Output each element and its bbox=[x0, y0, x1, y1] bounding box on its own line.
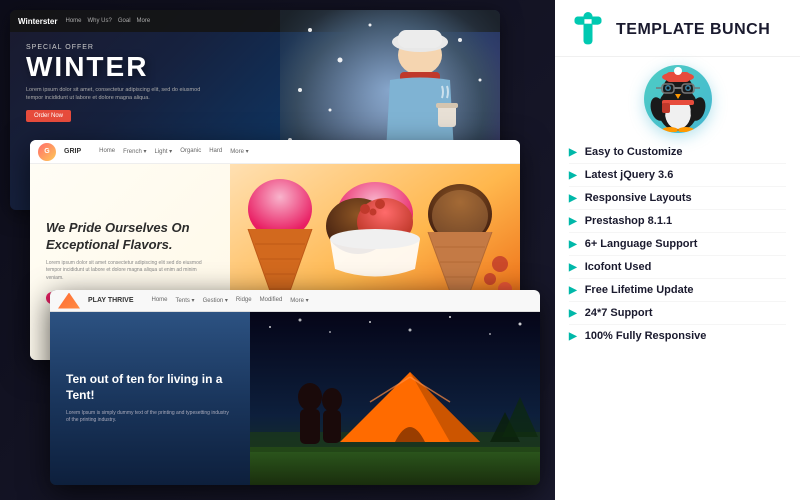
icecream-nav: G GRIP Home French ▾ Light ▾ Organic Har… bbox=[30, 140, 520, 164]
tent-left-panel: Ten out of ten for living in a Tent! Lor… bbox=[50, 312, 250, 485]
template-bunch-header: TEMPLATE BUNCH bbox=[555, 0, 800, 57]
tent-right-panel bbox=[250, 312, 540, 485]
winter-nav-links: Home Why Us? Goal More bbox=[66, 18, 151, 24]
feature-arrow-2: ▶ bbox=[569, 193, 577, 204]
icecream-nav-home: Home bbox=[99, 148, 115, 155]
tent-logo-icon bbox=[58, 293, 80, 309]
tent-nav: PLAY THRIVE Home Tents ▾ Gestion ▾ Ridge… bbox=[50, 290, 540, 312]
winter-logo: Winterster bbox=[18, 17, 58, 26]
feature-item-4: ▶ 6+ Language Support bbox=[569, 233, 786, 256]
winter-nav-home: Home bbox=[66, 18, 82, 24]
feature-text-8: 100% Fully Responsive bbox=[585, 330, 707, 342]
feature-text-7: 24*7 Support bbox=[585, 307, 653, 319]
feature-text-4: 6+ Language Support bbox=[585, 238, 698, 250]
feature-arrow-8: ▶ bbox=[569, 331, 577, 342]
feature-arrow-1: ▶ bbox=[569, 170, 577, 181]
screenshots-container: Winterster Home Why Us? Goal More Specia… bbox=[10, 10, 540, 490]
tent-nav-home: Home bbox=[152, 297, 168, 304]
feature-arrow-3: ▶ bbox=[569, 216, 577, 227]
icecream-headline: We Pride Ourselves On Exceptional Flavor… bbox=[46, 220, 214, 254]
winter-nav-why: Why Us? bbox=[88, 18, 112, 24]
icecream-nav-hard: Hard bbox=[209, 148, 222, 155]
template-bunch-brand: TEMPLATE BUNCH bbox=[616, 21, 770, 39]
features-list: ▶ Easy to Customize ▶ Latest jQuery 3.6 … bbox=[555, 137, 800, 500]
icecream-nav-more: More ▾ bbox=[230, 148, 248, 155]
tent-nav-ridge: Ridge bbox=[236, 297, 252, 304]
icecream-description: Lorem ipsum dolor sit amet consectetur a… bbox=[46, 260, 214, 283]
penguin-mascot-circle bbox=[644, 65, 712, 133]
icecream-nav-french: French ▾ bbox=[123, 148, 146, 155]
tb-brand-name: TEMPLATE BUNCH bbox=[616, 21, 770, 39]
feature-item-3: ▶ Prestashop 8.1.1 bbox=[569, 210, 786, 233]
winter-nav-goal: Goal bbox=[118, 18, 131, 24]
icecream-brand-text: GRIP bbox=[64, 148, 81, 155]
feature-text-5: Icofont Used bbox=[585, 261, 652, 273]
tent-brand-name: PLAY THRIVE bbox=[88, 297, 134, 304]
template-bunch-logo bbox=[570, 12, 606, 48]
winter-button: Order Now bbox=[26, 110, 71, 122]
tent-headline: Ten out of ten for living in a Tent! bbox=[66, 372, 234, 403]
icecream-logo: G bbox=[38, 143, 56, 161]
icecream-nav-organic: Organic bbox=[180, 148, 201, 155]
feature-text-2: Responsive Layouts bbox=[585, 192, 692, 204]
icecream-nav-links: Home French ▾ Light ▾ Organic Hard More … bbox=[99, 148, 248, 155]
feature-item-5: ▶ Icofont Used bbox=[569, 256, 786, 279]
feature-text-3: Prestashop 8.1.1 bbox=[585, 215, 672, 227]
tent-nav-more: More ▾ bbox=[290, 297, 308, 304]
feature-item-1: ▶ Latest jQuery 3.6 bbox=[569, 164, 786, 187]
feature-arrow-7: ▶ bbox=[569, 308, 577, 319]
right-panel: TEMPLATE BUNCH bbox=[555, 0, 800, 500]
left-panel: Winterster Home Why Us? Goal More Specia… bbox=[0, 0, 555, 500]
feature-item-6: ▶ Free Lifetime Update bbox=[569, 279, 786, 302]
feature-arrow-5: ▶ bbox=[569, 262, 577, 273]
feature-arrow-0: ▶ bbox=[569, 147, 577, 158]
feature-item-2: ▶ Responsive Layouts bbox=[569, 187, 786, 210]
screenshot-tent: PLAY THRIVE Home Tents ▾ Gestion ▾ Ridge… bbox=[50, 290, 540, 485]
tent-nav-links: Home Tents ▾ Gestion ▾ Ridge Modified Mo… bbox=[152, 297, 309, 304]
winter-nav-more: More bbox=[137, 18, 151, 24]
tent-nav-modified: Modified bbox=[260, 297, 283, 304]
tent-content: Ten out of ten for living in a Tent! Lor… bbox=[50, 312, 540, 485]
mascot-area bbox=[555, 57, 800, 137]
tent-nav-gestion: Gestion ▾ bbox=[203, 297, 228, 304]
feature-text-1: Latest jQuery 3.6 bbox=[585, 169, 674, 181]
feature-item-0: ▶ Easy to Customize bbox=[569, 141, 786, 164]
feature-arrow-4: ▶ bbox=[569, 239, 577, 250]
winter-description: Lorem ipsum dolor sit amet, consectetur … bbox=[26, 87, 206, 102]
feature-text-0: Easy to Customize bbox=[585, 146, 683, 158]
tent-nav-tents: Tents ▾ bbox=[176, 297, 195, 304]
icecream-brand-name: GRIP bbox=[64, 148, 81, 155]
icecream-nav-light: Light ▾ bbox=[155, 148, 173, 155]
tent-description: Lorem Ipsum is simply dummy text of the … bbox=[66, 410, 234, 425]
feature-item-8: ▶ 100% Fully Responsive bbox=[569, 325, 786, 347]
feature-arrow-6: ▶ bbox=[569, 285, 577, 296]
feature-text-6: Free Lifetime Update bbox=[585, 284, 694, 296]
feature-item-7: ▶ 24*7 Support bbox=[569, 302, 786, 325]
